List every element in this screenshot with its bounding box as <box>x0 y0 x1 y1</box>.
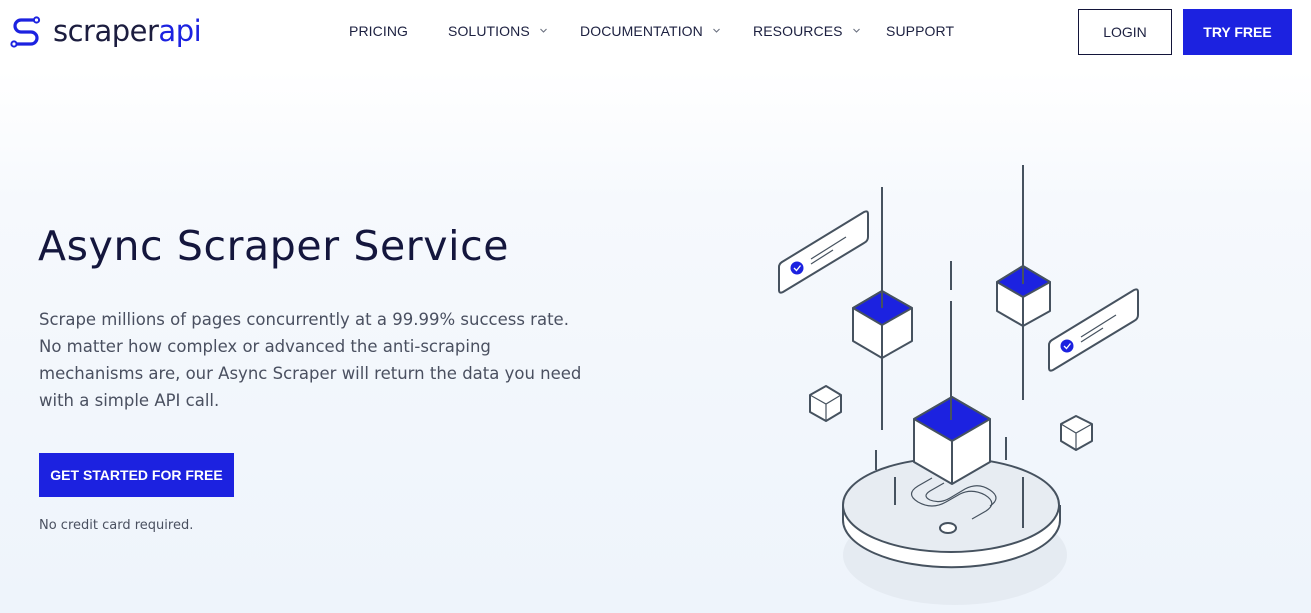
nav-item-solutions[interactable]: SOLUTIONS <box>448 23 547 39</box>
nav-item-documentation[interactable]: DOCUMENTATION <box>580 23 720 39</box>
check-card-left <box>778 210 869 294</box>
site-header: scraperapi PRICING SOLUTIONS DOCUMENTATI… <box>0 0 1311 64</box>
nav-label: RESOURCES <box>753 23 843 39</box>
nav-item-pricing[interactable]: PRICING <box>349 23 408 39</box>
scraperapi-logo-icon <box>10 16 41 48</box>
no-credit-card-note: No credit card required. <box>39 518 194 533</box>
chevron-down-icon <box>539 28 547 33</box>
nav-item-support[interactable]: SUPPORT <box>886 23 954 39</box>
logo[interactable]: scraperapi <box>9 13 202 48</box>
check-circle-icon <box>1060 339 1074 353</box>
small-cube-right <box>1060 415 1093 451</box>
page-title: Async Scraper Service <box>38 222 510 270</box>
nav-label: SOLUTIONS <box>448 23 530 39</box>
logo-text: scraperapi <box>53 13 202 48</box>
cube-left <box>852 290 913 359</box>
try-free-button[interactable]: TRY FREE <box>1183 9 1292 55</box>
login-button[interactable]: LOGIN <box>1078 9 1172 55</box>
nav-label: DOCUMENTATION <box>580 23 703 39</box>
chevron-down-icon <box>852 28 860 33</box>
chevron-down-icon <box>713 28 720 33</box>
cube-right <box>996 265 1051 327</box>
check-card-right <box>1048 288 1139 372</box>
small-cube-left <box>809 385 842 422</box>
get-started-button[interactable]: GET STARTED FOR FREE <box>39 453 234 497</box>
logo-text-scraper: scraper <box>53 13 159 48</box>
nav-item-resources[interactable]: RESOURCES <box>753 23 860 39</box>
hero-description: Scrape millions of pages concurrently at… <box>39 310 582 410</box>
hero-illustration: .ln { stroke:#46525f; stroke-width:2; fi… <box>778 165 1139 605</box>
check-circle-icon <box>790 261 804 275</box>
logo-text-api: api <box>158 13 202 48</box>
nav-label: PRICING <box>349 23 409 39</box>
nav-label: SUPPORT <box>886 23 955 39</box>
